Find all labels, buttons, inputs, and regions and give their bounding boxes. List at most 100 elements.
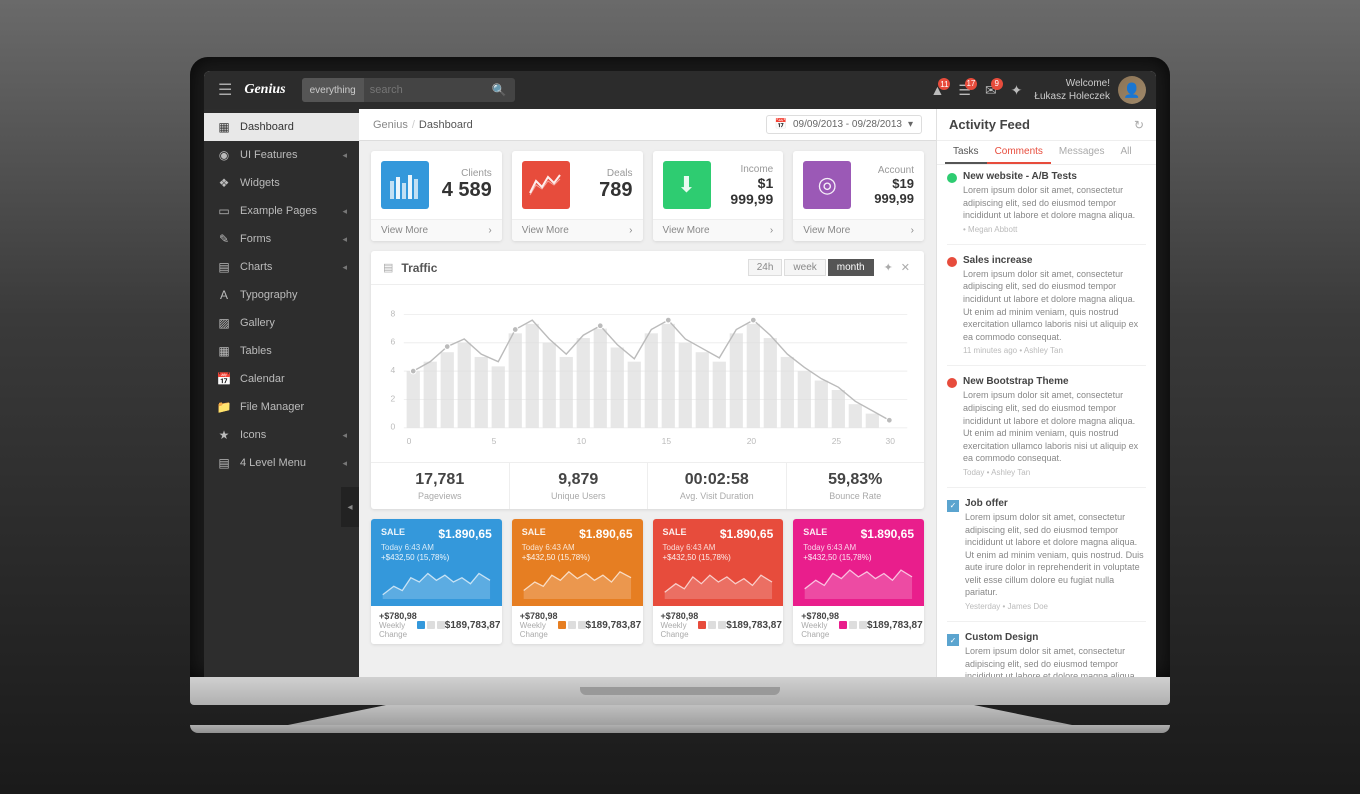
sidebar-item-calendar[interactable]: 📅 Calendar [204,365,359,393]
sidebar-item-charts[interactable]: ▤ Charts ◂ [204,253,359,281]
sidebar-item-label: Forms [240,233,334,245]
calendar-icon: 📅 [775,119,787,130]
activity-dot-1 [947,173,957,183]
traffic-chart-icon: ▤ [383,261,393,274]
nav-settings-btn[interactable]: ✦ [1007,80,1027,101]
view-more-deals[interactable]: View More [522,225,569,236]
sale-amount-3: $1.890,65 [720,527,773,541]
search-tag: everything [302,78,364,102]
activity-item-text-1: Lorem ipsum dolor sit amet, consectetur … [963,184,1146,222]
svg-text:4: 4 [391,365,396,375]
hamburger-icon[interactable]: ☰ [214,76,236,104]
4level-icon: ▤ [216,456,232,470]
brand-logo: Genius [244,82,285,98]
sale-amount-4: $1.890,65 [861,527,914,541]
refresh-icon[interactable]: ↻ [1134,118,1144,132]
traffic-tab-month[interactable]: month [828,259,874,276]
traffic-close-icon[interactable]: ✕ [899,259,912,276]
sidebar-item-tables[interactable]: ▦ Tables [204,337,359,365]
stat-card-income: ⬇ Income $1 999,99 View More › [653,151,784,241]
breadcrumb-current: Dashboard [419,119,473,131]
sale-dot-1 [417,621,425,629]
chevron-left-icon: ◂ [342,262,347,273]
date-picker[interactable]: 📅 09/09/2013 - 09/28/2013 ▾ [766,115,922,134]
sale-cards-row: SALE $1.890,65 Today 6:43 AM +$432,50 (1… [371,519,924,644]
sidebar-item-label: Icons [240,429,334,441]
sale-change-1: +$432,50 (15,78%) [381,553,492,562]
laptop-stand [190,705,1170,725]
sale-dot-10 [839,621,847,629]
sale-date-1: Today 6:43 AM [381,543,492,552]
sale-dot-4 [558,621,566,629]
sidebar-item-label: File Manager [240,401,347,413]
activity-item-title-2: Sales increase [963,255,1146,266]
laptop-wrapper: ☰ Genius everything 🔍 ▲11 ☰17 ✉9 [190,57,1170,737]
view-more-income[interactable]: View More [663,225,710,236]
traffic-settings-icon[interactable]: ✦ [882,259,895,276]
sale-total-2: $189,783,87 [586,620,642,631]
stats-pageviews: 17,781 Pageviews [371,463,510,509]
view-more-account[interactable]: View More [803,225,850,236]
sale-card-1: SALE $1.890,65 Today 6:43 AM +$432,50 (1… [371,519,502,644]
sidebar-item-ui-features[interactable]: ◉ UI Features ◂ [204,141,359,169]
pageviews-value: 17,781 [375,471,505,489]
sidebar-item-example-pages[interactable]: ▭ Example Pages ◂ [204,197,359,225]
nav-list-btn[interactable]: ☰17 [954,80,975,101]
sale-weekly-3: +$780,98 [661,611,699,621]
chevron-left-icon: ◂ [342,234,347,245]
svg-text:10: 10 [577,436,587,446]
sale-weekly-label-2: Weekly Change [520,621,558,639]
sidebar-item-typography[interactable]: A Typography [204,281,359,309]
sidebar-item-gallery[interactable]: ▨ Gallery [204,309,359,337]
activity-checkbox-5[interactable]: ✓ [947,634,959,646]
search-input[interactable] [364,84,484,96]
sidebar-collapse-button[interactable]: ◂ [341,487,359,527]
nav-alerts-btn[interactable]: ▲11 [927,80,949,100]
income-icon-box: ⬇ [663,161,711,209]
sidebar-item-4level[interactable]: ▤ 4 Level Menu ◂ [204,449,359,477]
svg-text:0: 0 [391,422,396,432]
traffic-tab-24h[interactable]: 24h [748,259,783,276]
search-icon[interactable]: 🔍 [484,83,515,97]
activity-tab-comments[interactable]: Comments [987,141,1051,164]
sidebar-item-icons[interactable]: ★ Icons ◂ [204,421,359,449]
chevron-left-icon: ◂ [342,458,347,469]
laptop-hinge [580,687,780,695]
activity-item-2: Sales increase Lorem ipsum dolor sit ame… [947,255,1146,367]
nav-list-badge: 17 [965,78,977,90]
avg-duration-label: Avg. Visit Duration [652,491,782,501]
sale-dot-5 [568,621,576,629]
activity-item-text-2: Lorem ipsum dolor sit amet, consectetur … [963,268,1146,344]
user-avatar[interactable]: 👤 [1118,76,1146,104]
svg-text:20: 20 [747,436,757,446]
view-more-clients[interactable]: View More [381,225,428,236]
sidebar-item-forms[interactable]: ✎ Forms ◂ [204,225,359,253]
activity-tab-all[interactable]: All [1113,141,1140,164]
activity-item-title-4: Job offer [965,498,1146,509]
activity-meta-1: • Megan Abbott [963,225,1146,234]
chevron-left-icon: ◂ [342,430,347,441]
sale-total-4: $189,783,87 [867,620,923,631]
sale-tag-4: SALE [803,527,827,537]
breadcrumb-genius: Genius [373,119,408,131]
date-range-value: 09/09/2013 - 09/28/2013 [793,119,902,130]
sidebar-item-file-manager[interactable]: 📁 File Manager [204,393,359,421]
sidebar-item-label: Dashboard [240,121,347,133]
activity-tab-messages[interactable]: Messages [1051,141,1113,164]
sale-weekly-label-1: Weekly Change [379,621,417,639]
activity-item-text-5: Lorem ipsum dolor sit amet, consectetur … [965,645,1146,677]
sidebar-item-widgets[interactable]: ❖ Widgets [204,169,359,197]
traffic-tab-week[interactable]: week [784,259,825,276]
clients-value: 4 589 [439,179,492,202]
unique-users-label: Unique Users [514,491,644,501]
account-card-footer: View More › [793,219,924,241]
activity-tab-tasks[interactable]: Tasks [945,141,987,164]
activity-feed-header: Activity Feed ↻ [937,109,1156,141]
sale-change-3: +$432,50 (15,78%) [663,553,774,562]
activity-checkbox-4[interactable]: ✓ [947,500,959,512]
sale-card-3: SALE $1.890,65 Today 6:43 AM +$432,50 (1… [653,519,784,644]
activity-items-list: New website - A/B Tests Lorem ipsum dolo… [937,165,1156,677]
nav-mail-btn[interactable]: ✉9 [981,80,1001,101]
sidebar-item-dashboard[interactable]: ▦ Dashboard [204,113,359,141]
svg-text:0: 0 [407,436,412,446]
